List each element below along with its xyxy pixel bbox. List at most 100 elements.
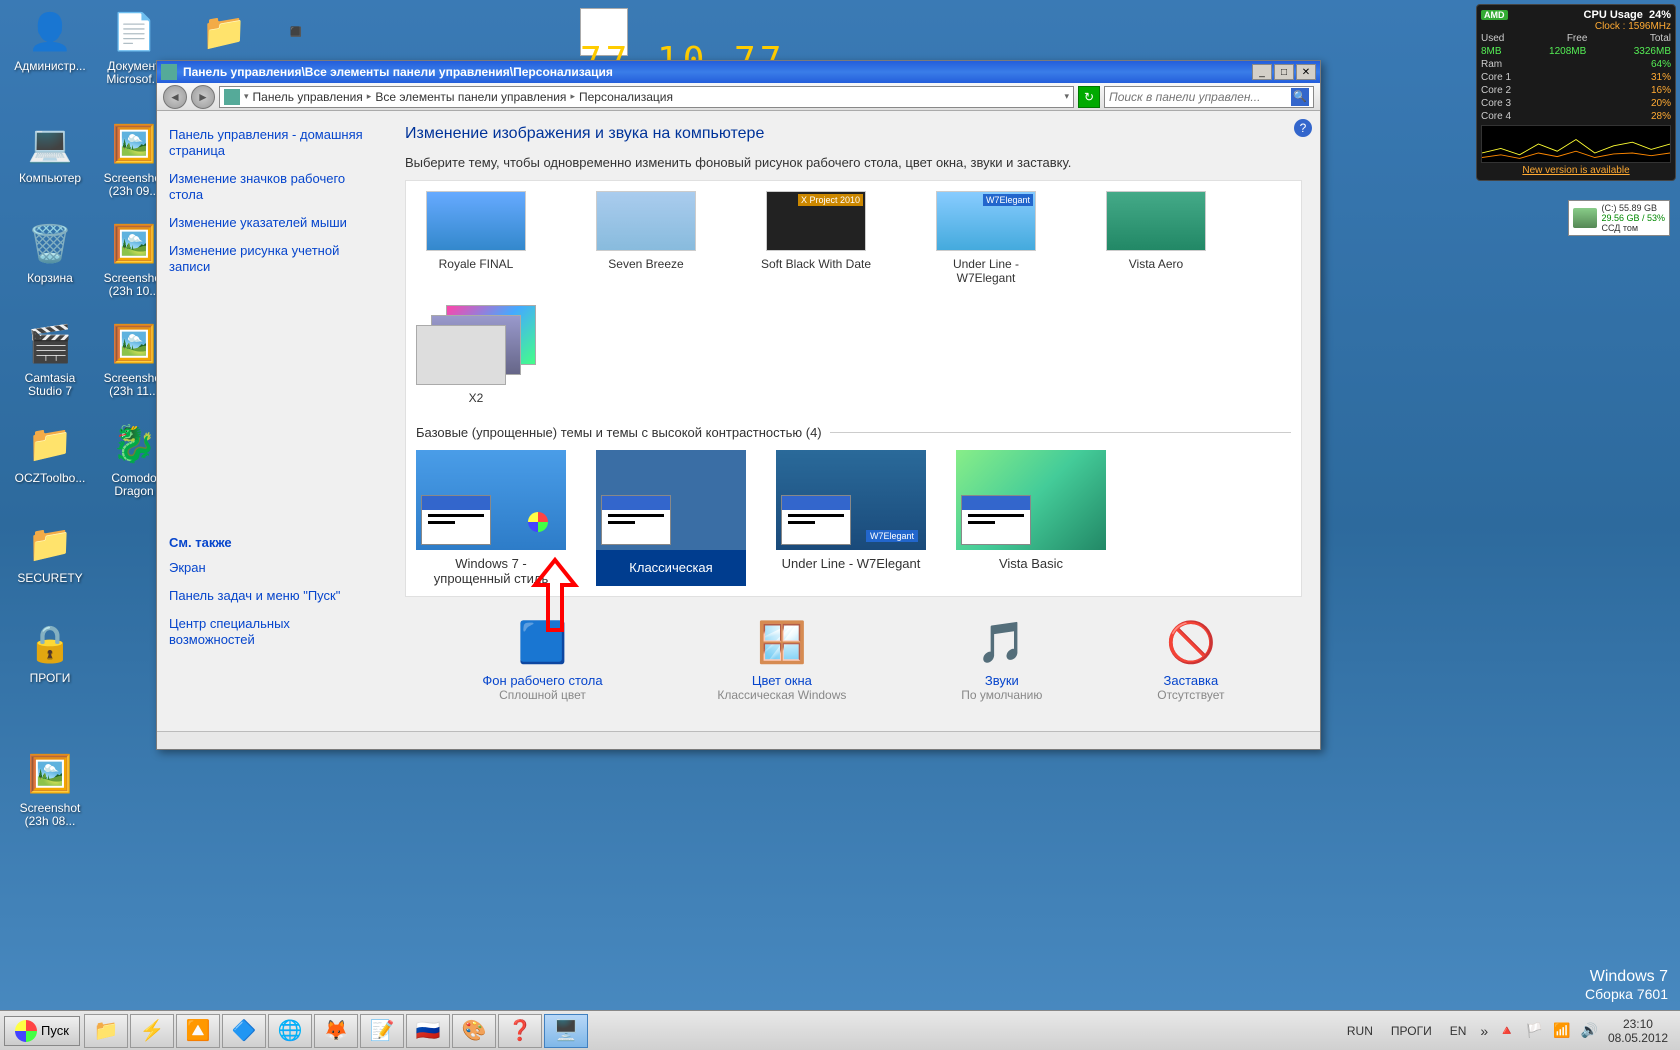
disk-gadget[interactable]: (C:) 55.89 GB 29.56 GB / 53% ССД том <box>1568 200 1670 236</box>
desktop-icon[interactable]: 💻Компьютер <box>12 120 88 185</box>
tray-flag-icon[interactable]: 🏳️ <box>1526 1022 1543 1039</box>
theme-item[interactable]: X Project 2010Soft Black With Date <box>756 191 876 285</box>
taskbar-button[interactable]: 🖥️ <box>544 1014 588 1048</box>
maximize-button[interactable]: □ <box>1274 64 1294 80</box>
desktop-icon[interactable]: ▪️ <box>258 8 334 60</box>
tray-network-icon[interactable]: 📶 <box>1553 1022 1570 1039</box>
tray-progi[interactable]: ПРОГИ <box>1387 1024 1436 1038</box>
theme-item[interactable]: W7ElegantUnder Line - W7Elegant <box>926 191 1046 285</box>
red-arrow-annotation <box>530 555 580 649</box>
theme-item[interactable]: Royale FINAL <box>416 191 536 285</box>
theme-item[interactable]: Seven Breeze <box>586 191 706 285</box>
desktop-icon[interactable]: 🗑️Корзина <box>12 220 88 285</box>
desktop-icon[interactable]: 👤Администр... <box>12 8 88 73</box>
file-icon: 📄 <box>110 8 158 56</box>
sidebar-link[interactable]: Изменение рисунка учетной записи <box>169 243 375 275</box>
option-icon: 🎵 <box>972 617 1032 667</box>
window-icon <box>161 64 177 80</box>
desktop-icon[interactable]: 🖼️Screenshot (23h 08... <box>12 750 88 828</box>
start-button[interactable]: Пуск <box>4 1016 80 1046</box>
new-version-link[interactable]: New version is available <box>1481 165 1671 176</box>
forward-button[interactable]: ► <box>191 85 215 109</box>
close-button[interactable]: ✕ <box>1296 64 1316 80</box>
taskbar-button[interactable]: 📝 <box>360 1014 404 1048</box>
desktop-icon[interactable]: 🔒ПРОГИ <box>12 620 88 685</box>
tray-chevron-icon[interactable]: » <box>1480 1023 1488 1039</box>
taskbar-button[interactable]: 🎨 <box>452 1014 496 1048</box>
sidebar-seealso-link[interactable]: Экран <box>169 560 375 576</box>
file-icon: 💻 <box>26 120 74 168</box>
tray-run[interactable]: RUN <box>1343 1024 1377 1038</box>
desktop-icon[interactable]: 🎬Camtasia Studio 7 <box>12 320 88 398</box>
basic-theme-item[interactable]: Классическая <box>596 450 746 586</box>
taskbar-button[interactable]: ❓ <box>498 1014 542 1048</box>
desktop-icon[interactable]: 📁 <box>186 8 262 60</box>
windows-orb-icon <box>15 1020 37 1042</box>
tray-clock[interactable]: 23:10 08.05.2012 <box>1608 1017 1668 1045</box>
file-icon: 🔒 <box>26 620 74 668</box>
taskbar-button[interactable]: 🦊 <box>314 1014 358 1048</box>
file-icon: 🐉 <box>110 420 158 468</box>
taskbar-button[interactable]: 🔷 <box>222 1014 266 1048</box>
address-bar[interactable]: ▾ Панель управления▸ Все элементы панели… <box>219 86 1074 108</box>
file-icon: 🎬 <box>26 320 74 368</box>
system-tray: RUN ПРОГИ EN » 🔺 🏳️ 📶 🔊 23:10 08.05.2012 <box>1343 1017 1676 1045</box>
refresh-button[interactable]: ↻ <box>1078 86 1100 108</box>
file-icon: 👤 <box>26 8 74 56</box>
personalization-window: Панель управления\Все элементы панели уп… <box>156 60 1321 750</box>
theme-item[interactable]: Vista Aero <box>1096 191 1216 285</box>
tray-icon-1[interactable]: 🔺 <box>1498 1022 1515 1039</box>
see-also-header: См. также <box>169 535 375 550</box>
bottom-option[interactable]: 🪟Цвет окнаКлассическая Windows <box>717 617 846 702</box>
theme-x2[interactable]: X2 <box>416 305 536 405</box>
watermark: Windows 7 Сборка 7601 <box>1585 968 1668 1002</box>
sidebar-seealso-link[interactable]: Панель задач и меню "Пуск" <box>169 588 375 604</box>
help-icon[interactable]: ? <box>1294 119 1312 137</box>
bottom-option[interactable]: 🎵ЗвукиПо умолчанию <box>961 617 1042 702</box>
search-box[interactable]: 🔍 <box>1104 86 1314 108</box>
taskbar: Пуск 📁⚡🔼🔷🌐🦊📝🇷🇺🎨❓🖥️ RUN ПРОГИ EN » 🔺 🏳️ 📶… <box>0 1010 1680 1050</box>
bottom-option[interactable]: 🚫ЗаставкаОтсутствует <box>1157 617 1224 702</box>
sidebar: Панель управления - домашняя страница Изм… <box>157 111 387 749</box>
taskbar-button[interactable]: ⚡ <box>130 1014 174 1048</box>
file-icon: 📁 <box>200 8 248 56</box>
taskbar-button[interactable]: 📁 <box>84 1014 128 1048</box>
taskbar-button[interactable]: 🇷🇺 <box>406 1014 450 1048</box>
crumb-1[interactable]: Все элементы панели управления <box>375 90 566 104</box>
tray-lang[interactable]: EN <box>1446 1024 1471 1038</box>
window-title: Панель управления\Все элементы панели уп… <box>183 65 1252 79</box>
status-bar <box>157 731 1320 749</box>
taskbar-button[interactable]: 🔼 <box>176 1014 220 1048</box>
cpu-title: CPU Usage <box>1584 9 1643 21</box>
search-icon[interactable]: 🔍 <box>1291 88 1309 106</box>
sidebar-link[interactable]: Изменение значков рабочего стола <box>169 171 375 203</box>
basic-theme-item[interactable]: W7ElegantUnder Line - W7Elegant <box>776 450 926 586</box>
option-icon: 🚫 <box>1161 617 1221 667</box>
file-icon: 🖼️ <box>110 320 158 368</box>
tray-volume-icon[interactable]: 🔊 <box>1581 1022 1598 1039</box>
basic-themes-header: Базовые (упрощенные) темы и темы с высок… <box>416 425 1291 440</box>
back-button[interactable]: ◄ <box>163 85 187 109</box>
main-content: ? Изменение изображения и звука на компь… <box>387 111 1320 749</box>
cpu-graph <box>1481 125 1671 163</box>
crumb-2[interactable]: Персонализация <box>579 90 673 104</box>
page-heading: Изменение изображения и звука на компьют… <box>405 125 1302 143</box>
minimize-button[interactable]: _ <box>1252 64 1272 80</box>
desktop-icon[interactable]: 📁OCZToolbo... <box>12 420 88 485</box>
address-icon <box>224 89 240 105</box>
crumb-0[interactable]: Панель управления <box>253 90 363 104</box>
desktop-icon[interactable]: 📁SECURETY <box>12 520 88 585</box>
cpu-pct: 24% <box>1649 9 1671 21</box>
navbar: ◄ ► ▾ Панель управления▸ Все элементы па… <box>157 83 1320 111</box>
sidebar-link[interactable]: Изменение указателей мыши <box>169 215 375 231</box>
basic-theme-item[interactable]: Vista Basic <box>956 450 1106 586</box>
sidebar-link[interactable]: Панель управления - домашняя страница <box>169 127 375 159</box>
amd-badge: AMD <box>1481 10 1508 20</box>
titlebar[interactable]: Панель управления\Все элементы панели уп… <box>157 61 1320 83</box>
sidebar-seealso-link[interactable]: Центр специальных возможностей <box>169 616 375 648</box>
search-input[interactable] <box>1109 90 1291 104</box>
page-subheading: Выберите тему, чтобы одновременно измени… <box>405 155 1302 170</box>
cpu-gadget[interactable]: AMD CPU Usage 24% Clock : 1596MHz UsedFr… <box>1476 4 1676 181</box>
taskbar-button[interactable]: 🌐 <box>268 1014 312 1048</box>
file-icon: ▪️ <box>272 8 320 56</box>
